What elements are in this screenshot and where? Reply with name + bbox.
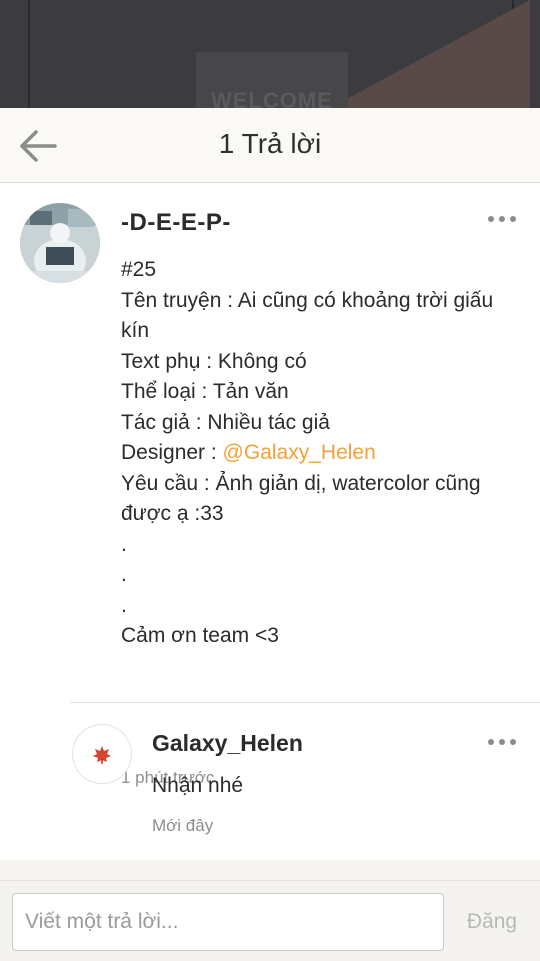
dot: [510, 739, 516, 745]
comment-line: Cảm ơn team <3: [121, 624, 279, 647]
comment-author[interactable]: -D-E-E-P-: [121, 209, 231, 237]
reply-more-options-button[interactable]: [488, 732, 522, 745]
background-shape: [330, 0, 530, 108]
comment-line: .: [121, 532, 127, 556]
dot: [488, 739, 494, 745]
avatar[interactable]: [20, 203, 100, 283]
reply-text: Nhận nhé: [152, 774, 244, 797]
comment-body: #25 Tên truyện : Ai cũng có khoảng trời …: [121, 255, 521, 652]
reply-avatar[interactable]: [72, 724, 132, 784]
sheet-header: 1 Trả lời: [0, 108, 540, 183]
comment-line: Text phụ : Không có: [121, 349, 307, 373]
comment-line: #25: [121, 258, 157, 281]
replies-sheet: 1 Trả lời -D-E-E-P- #25 Tên truyện : Ai …: [0, 108, 540, 961]
post-button[interactable]: Đăng: [452, 893, 532, 951]
maple-leaf-icon: [93, 746, 111, 764]
user-photo-icon: [20, 203, 100, 283]
dot: [488, 216, 494, 222]
reply-author[interactable]: Galaxy_Helen: [152, 730, 303, 757]
comment-line: Tác giả : Nhiều tác giả: [121, 410, 330, 434]
reply-composer: Đăng: [0, 880, 540, 961]
background-card-text: WELCOME: [211, 88, 333, 108]
designer-label: Designer :: [121, 441, 223, 464]
sheet-title: 1 Trả lời: [218, 128, 322, 159]
comment-line: Thể loại : Tản văn: [121, 380, 289, 403]
comment-line: .: [121, 563, 127, 586]
more-options-button[interactable]: [488, 209, 522, 222]
comment-line: Yêu cầu : Ảnh giản dị, watercolor cũng: [121, 471, 481, 495]
mention-link[interactable]: @Galaxy_Helen: [223, 441, 376, 464]
footer-shade: [0, 860, 540, 880]
comment-line: Tên truyện : Ai cũng có khoảng trời giấu: [121, 288, 494, 312]
comment-line: .: [121, 593, 127, 617]
background-card: WELCOME: [196, 52, 348, 108]
comment-line: kín: [121, 319, 150, 342]
comment-line: được ạ :33: [121, 502, 224, 525]
dot: [510, 216, 516, 222]
dot: [499, 216, 505, 222]
background-content: WELCOME: [0, 0, 540, 108]
background-divider: [28, 0, 30, 108]
comment-line-designer: Designer : @Galaxy_Helen: [121, 438, 521, 469]
reply: Galaxy_Helen Nhận nhé Mới đây: [0, 702, 540, 862]
dot: [499, 739, 505, 745]
reply-input[interactable]: [12, 893, 444, 951]
reply-timestamp: Mới đây: [152, 816, 214, 835]
